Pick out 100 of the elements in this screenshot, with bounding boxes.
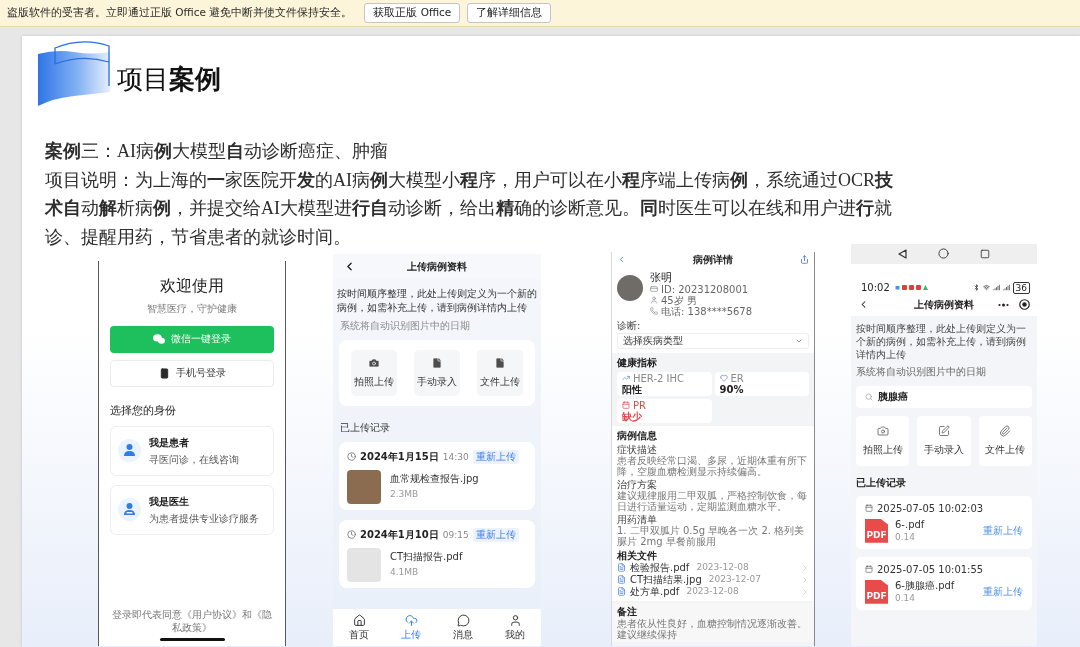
phone-icon (158, 367, 170, 379)
battery-indicator: 36 (1012, 281, 1030, 294)
notice-text: 按时间顺序整理，此处上传则定义为一个新的病例，如需补充上传，请到病例详情内上传 (856, 321, 1027, 361)
tab[interactable]: 消息 (453, 613, 473, 641)
notification-button[interactable]: 获取正版 Office (364, 3, 461, 23)
screen-title: 病例详情 (693, 253, 733, 267)
calendar-icon (865, 504, 873, 513)
metric-name: HER-2 IHC (633, 372, 684, 384)
tagline: 智慧医疗，守护健康 (147, 301, 237, 316)
upload-option-button[interactable]: 手动录入 (917, 415, 971, 466)
upload-option-button[interactable]: 文件上传 (978, 415, 1032, 466)
patient-icon (118, 439, 141, 463)
record-datetime: 2025-07-05 10:02:03 (877, 501, 984, 515)
paperclip-icon (999, 424, 1012, 437)
metric-value: 90% (719, 383, 744, 395)
upload-option-button[interactable]: 拍照上传 (856, 415, 910, 466)
record-time: 14:30 (442, 451, 469, 462)
file-icon (431, 356, 443, 369)
metric-name: PR (633, 399, 646, 411)
home-icon (352, 613, 366, 627)
avatar (617, 274, 643, 301)
recents-icon[interactable] (980, 248, 990, 259)
record-date: 2024年1月15日 (360, 450, 439, 464)
file-icon (494, 356, 507, 369)
file-size: 0.14 (895, 531, 916, 543)
identity-description: 为患者提供专业诊疗服务 (149, 511, 259, 525)
upload-option-button[interactable]: 文件上传 (477, 349, 524, 396)
cloud-upload-icon (404, 613, 418, 627)
photo-placeholder (347, 547, 381, 582)
file-name[interactable]: CT扫描结果.jpg (630, 574, 702, 586)
file-type-badge: PDF (865, 579, 888, 604)
tab[interactable]: 上传 (401, 613, 421, 641)
section-heading: 相关文件 (617, 549, 657, 562)
chat-bubble-icon (456, 613, 470, 627)
more-icon[interactable] (998, 302, 1009, 307)
search-icon (865, 392, 873, 401)
clock-icon (347, 452, 356, 462)
identity-card[interactable]: 我是医生 为患者提供专业诊疗服务 (110, 484, 274, 535)
record-datetime: 2025-07-05 10:01:55 (877, 562, 984, 576)
disease-select[interactable]: 选择疾病类型 (617, 332, 809, 349)
phone-login-button[interactable]: 手机号登录 (110, 359, 274, 387)
reupload-button[interactable]: 重新上传 (983, 524, 1023, 537)
metric-value: 缺少 (622, 410, 642, 422)
patient-id: ID: 20231208001 (661, 283, 749, 295)
case-title: 案例三：AI病例大模型自动诊断癌症、肿瘤 (45, 140, 389, 163)
section-heading: 病例信息 (617, 429, 657, 442)
file-size: 0.14 (895, 592, 916, 604)
file-name[interactable]: 处方单.pdf (630, 586, 680, 598)
upload-option-button[interactable]: 手动录入 (414, 349, 460, 396)
bluetooth-icon (972, 284, 980, 292)
signal-icon (992, 284, 1000, 292)
file-size: 4.1MB (390, 566, 419, 578)
file-type-badge: PDF (865, 518, 888, 543)
calendar-icon (622, 401, 630, 410)
notification-button[interactable]: 了解详细信息 (467, 3, 552, 23)
section-heading: 健康指标 (617, 356, 657, 369)
back-icon[interactable] (898, 248, 907, 259)
camera-icon (876, 424, 889, 437)
notification-message: 盗版软件的受害者。立即通过正版 Office 避免中断并使文件保持安全。 (7, 6, 353, 20)
home-icon[interactable] (938, 248, 949, 260)
cylinder-logo-icon (38, 40, 110, 106)
photo-placeholder (347, 469, 381, 504)
wifi-icon (982, 284, 990, 292)
identity-title: 我是患者 (149, 435, 189, 449)
section-heading: 已上传记录 (340, 420, 390, 435)
tab[interactable]: 我的 (505, 613, 525, 641)
doctor-icon (118, 498, 141, 522)
paragraph-text: 患者反映经常口渴、多尿，近期体重有所下降，空腹血糖检测显示持续偏高。 (617, 454, 808, 477)
reupload-button[interactable]: 重新上传 (472, 449, 519, 464)
file-name: CT扫描报告.pdf (390, 549, 463, 563)
field-label: 诊断: (617, 319, 641, 331)
clock-icon (347, 530, 356, 540)
paragraph-text: 1. 二甲双胍片 0.5g 早晚各一次 2. 格列美脲片 2mg 早餐前服用 (617, 524, 806, 547)
section-heading: 已上传记录 (856, 475, 906, 490)
file-name: 6-胰腺癌.pdf (895, 579, 955, 592)
search-field[interactable]: 胰腺癌 (856, 385, 1032, 408)
file-size: 2.3MB (390, 488, 419, 500)
calendar-icon (865, 565, 873, 574)
share-icon[interactable] (800, 255, 809, 265)
identity-title: 我是医生 (149, 494, 189, 508)
identity-card[interactable]: 我是患者 寻医问诊，在线咨询 (110, 425, 274, 476)
upload-option-button[interactable]: 拍照上传 (350, 349, 397, 396)
user-icon (508, 613, 522, 627)
tab[interactable]: 首页 (349, 613, 369, 641)
screen-title: 上传病例资料 (914, 298, 974, 312)
notes-text: 患者依从性良好，血糖控制情况逐渐改善。建议继续保持 (617, 617, 808, 640)
metric-value: 阳性 (622, 383, 642, 395)
file-date: 2023-12-08 (696, 562, 749, 574)
document-icon (617, 563, 626, 573)
file-name[interactable]: 检验报告.pdf (630, 562, 690, 574)
patient-phone: 电话: 138****5678 (661, 305, 753, 317)
status-time: 10:02 (861, 281, 890, 294)
reupload-button[interactable]: 重新上传 (983, 585, 1023, 598)
file-name: 血常规检查报告.jpg (390, 471, 479, 485)
file-date: 2023-12-07 (708, 574, 762, 586)
hint-text: 系统将自动识别图片中的日期 (856, 364, 986, 378)
target-icon[interactable] (1019, 299, 1030, 311)
metric-name: ER (730, 372, 744, 384)
reupload-button[interactable]: 重新上传 (472, 527, 519, 542)
user-icon (650, 296, 658, 305)
